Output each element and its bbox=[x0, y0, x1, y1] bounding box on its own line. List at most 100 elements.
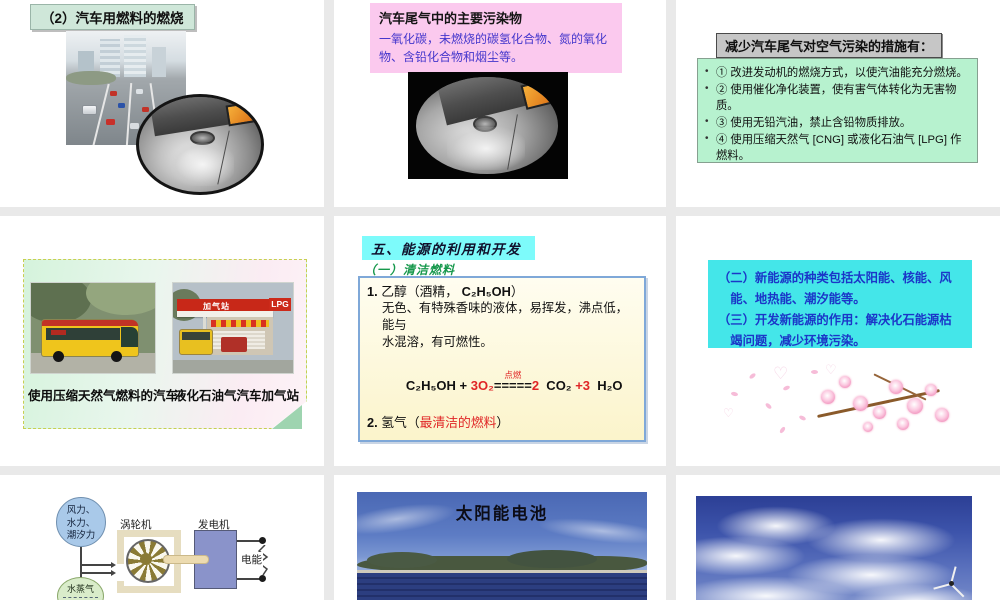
building bbox=[124, 35, 146, 77]
bus-front bbox=[121, 327, 138, 347]
red-truck bbox=[221, 337, 247, 352]
arrowhead-icon bbox=[111, 570, 116, 576]
turbine-inlet bbox=[117, 564, 124, 581]
slide-thumb-energy-utilization[interactable]: 五、能源的利用和开发 （一）清洁燃料 1. 乙醇（酒精， C₂H₅OH） 无色、… bbox=[334, 216, 666, 466]
blossom bbox=[935, 408, 949, 422]
arrow-line bbox=[81, 572, 111, 574]
list-item: • ② 使用催化净化装置，使有害气体转化为无害物质。 bbox=[705, 82, 972, 114]
steam-water-node: 水蒸气 水 bbox=[57, 577, 104, 600]
ethanol-heading: 1. 乙醇（酒精， C₂H₅OH） bbox=[367, 284, 524, 299]
ethanol-combustion-equation: C₂H₅OH + 3O₂ 点燃 =====2 CO₂ +3 H₂O bbox=[405, 369, 623, 393]
heart-icon: ♡ bbox=[723, 406, 734, 420]
blossom bbox=[897, 418, 909, 430]
list-item: • ④ 使用压缩天然气 [CNG] 或液化石油气 [LPG] 作燃料。 bbox=[705, 132, 972, 164]
blossom bbox=[863, 422, 873, 432]
energy-source-node: 风力、 水力、 潮汐力 bbox=[56, 497, 106, 547]
dashed-divider bbox=[62, 597, 99, 598]
foliage bbox=[31, 283, 91, 323]
car bbox=[106, 119, 115, 125]
petal bbox=[730, 390, 739, 398]
foliage bbox=[86, 283, 155, 315]
hill-bump bbox=[507, 550, 597, 568]
blossom-branch-illustration: ♡ ♡ ♡ bbox=[721, 362, 956, 447]
car bbox=[142, 107, 149, 112]
blossom bbox=[853, 396, 868, 411]
clouds-wind-turbine-photo bbox=[696, 496, 972, 600]
list-item: • ① 改进发动机的燃烧方式，以使汽油能充分燃烧。 bbox=[705, 65, 972, 81]
new-energy-types: （二）新能源的种类包括太阳能、核能、风能、地热能、潮汐能等。 bbox=[718, 271, 952, 306]
petal bbox=[810, 369, 819, 375]
exhaust-pipe-inset-photo bbox=[136, 94, 264, 195]
arrowhead-icon bbox=[111, 562, 116, 568]
solar-cell-caption: 太阳能电池 bbox=[455, 505, 549, 523]
bus-wheel bbox=[53, 351, 64, 362]
petal bbox=[778, 426, 787, 434]
car bbox=[130, 123, 139, 129]
blossom bbox=[907, 398, 923, 414]
caption-cng-bus: 使用压缩天然气燃料的汽车 bbox=[28, 389, 179, 403]
blossom bbox=[889, 380, 903, 394]
petal bbox=[782, 385, 791, 391]
petal bbox=[748, 372, 757, 380]
arrow-line bbox=[81, 564, 111, 566]
new-energy-box: （二）新能源的种类包括太阳能、核能、风能、地热能、潮汐能等。 （三）开发新能源的… bbox=[708, 260, 972, 348]
bus-wheel bbox=[111, 351, 122, 362]
heart-icon: ♡ bbox=[773, 364, 789, 383]
slide-grid: （2）汽车用燃料的燃烧 汽车尾气中的主要污染物 一氧化碳，未燃烧的碳氢化合物、氮… bbox=[0, 0, 1000, 600]
pollutants-box-title: 汽车尾气中的主要污染物 bbox=[379, 11, 523, 26]
ground bbox=[173, 359, 293, 373]
petal bbox=[764, 402, 773, 410]
ethanol-description: 无色、有特殊香味的液体，易挥发，沸点低，能与 水混溶，有可燃性。 bbox=[382, 301, 628, 349]
car bbox=[110, 91, 117, 96]
drive-shaft bbox=[163, 555, 209, 564]
turn-signal-light bbox=[225, 100, 261, 126]
measures-title: 减少汽车尾气对空气污染的措施有： bbox=[716, 33, 943, 58]
slide-thumb-fuel-combustion[interactable]: （2）汽车用燃料的燃烧 bbox=[0, 0, 324, 207]
blossom bbox=[839, 376, 851, 388]
cng-bus-photo bbox=[30, 282, 156, 374]
new-energy-purpose: （三）开发新能源的作用：解决化石能源枯竭问题，减少环境污染。 bbox=[718, 312, 952, 348]
bus-led-sign bbox=[51, 330, 66, 335]
bullet-icon: • bbox=[705, 116, 709, 128]
petal bbox=[798, 414, 807, 422]
slide-thumb-new-energy[interactable]: （二）新能源的种类包括太阳能、核能、风能、地热能、潮汐能等。 （三）开发新能源的… bbox=[676, 216, 1000, 466]
solar-panel-water bbox=[357, 573, 647, 600]
bullet-icon: • bbox=[705, 83, 709, 95]
ignition-condition: 点燃 bbox=[504, 369, 522, 380]
building bbox=[152, 47, 166, 77]
clean-fuel-box: 1. 乙醇（酒精， C₂H₅OH） 无色、有特殊香味的液体，易挥发，沸点低，能与… bbox=[358, 276, 646, 442]
lpg-sign: LPG bbox=[269, 298, 291, 311]
pollutants-box-body: 一氧化碳，未燃烧的碳氢化合物、氮的氧化物、含铅化合物和烟尘等。 bbox=[379, 32, 608, 64]
list-item: • ③ 使用无铅汽油，禁止含铅物质排放。 bbox=[705, 115, 972, 131]
slide-thumb-pollution-measures[interactable]: 减少汽车尾气对空气污染的措施有： • ① 改进发动机的燃烧方式，以使汽油能充分燃… bbox=[676, 0, 1000, 207]
slide-thumb-exhaust-pollutants[interactable]: 汽车尾气中的主要污染物 一氧化碳，未燃烧的碳氢化合物、氮的氧化物、含铅化合物和烟… bbox=[334, 0, 666, 207]
page-curl-icon bbox=[272, 405, 302, 429]
car bbox=[118, 103, 125, 108]
terminal-dot bbox=[259, 537, 266, 544]
solar-cell-photo: 太阳能电池 bbox=[357, 492, 647, 600]
slide-thumb-power-generation-diagram[interactable]: 风力、 水力、 潮汐力 水蒸气 水 涡轮机 发电机 电能 bbox=[0, 475, 324, 600]
turbine-hub bbox=[949, 581, 954, 586]
exhaust-closeup-photo bbox=[408, 72, 568, 179]
bullet-icon: • bbox=[705, 133, 709, 145]
road-lane-line bbox=[125, 83, 132, 145]
slide-thumb-cng-lpg-vehicles[interactable]: 加气站 LPG 使用压缩天然气燃料的汽车 液化石油气汽车加气站 bbox=[0, 216, 324, 466]
terminal-dot bbox=[259, 575, 266, 582]
turbine-hub bbox=[140, 553, 152, 565]
shop-sign bbox=[211, 320, 269, 327]
van bbox=[82, 105, 97, 115]
measures-list-box: • ① 改进发动机的燃烧方式，以使汽油能充分燃烧。 • ② 使用催化净化装置，使… bbox=[697, 58, 978, 163]
blossom bbox=[873, 406, 886, 419]
slide-thumb-wind-energy[interactable] bbox=[676, 475, 1000, 600]
bus-windows bbox=[182, 332, 210, 340]
hill-bump bbox=[367, 552, 437, 568]
slide-thumb-solar-cell[interactable]: 太阳能电池 bbox=[334, 475, 666, 600]
exhaust-oval bbox=[416, 77, 558, 174]
connector-line bbox=[80, 547, 82, 579]
car bbox=[136, 89, 143, 94]
bus-roof-stripe bbox=[42, 320, 138, 326]
section-title: 五、能源的利用和开发 bbox=[362, 236, 535, 260]
bullet-icon: • bbox=[705, 66, 709, 77]
wind-turbine-icon bbox=[933, 566, 970, 600]
hydrogen-heading: 2. 氢气（最清洁的燃料） bbox=[367, 414, 510, 430]
